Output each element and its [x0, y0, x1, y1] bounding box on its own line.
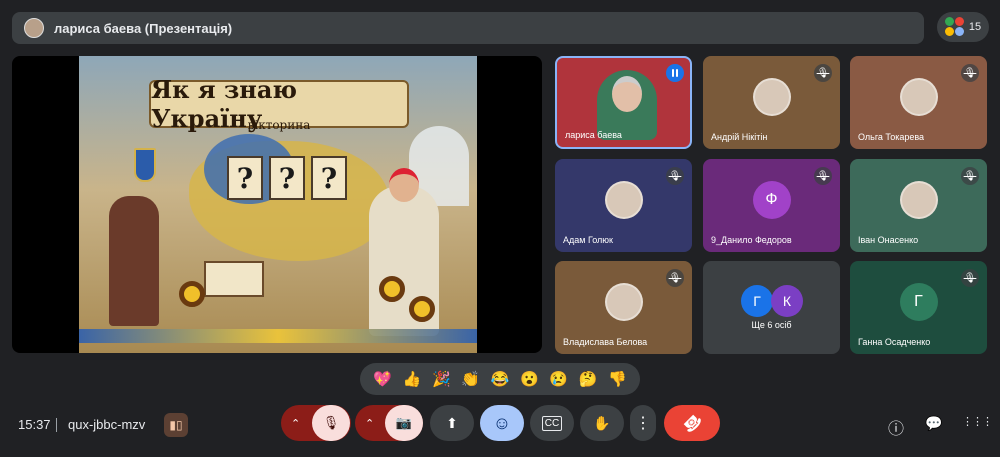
participant-avatar: [604, 282, 643, 321]
slide-subtitle: вікторина: [247, 118, 311, 132]
raise-hand-button[interactable]: ✋: [580, 405, 624, 441]
more-vert-icon: ⋮: [635, 415, 651, 432]
presentation-title-bar[interactable]: лариса баева (Презентація): [12, 12, 924, 44]
reaction-thinking-button[interactable]: 🤔: [579, 370, 598, 388]
mic-options-chevron-icon[interactable]: ⌃: [291, 417, 300, 430]
activities-icon[interactable]: ⋮⋮⋮: [962, 415, 993, 428]
info-icon[interactable]: ⓘ: [888, 415, 904, 439]
mic-muted-icon: 🎙: [961, 64, 979, 82]
presentation-slide: Як я знаю Україну вікторина ? ? ?: [79, 56, 477, 353]
sunflower-icon: [409, 296, 435, 322]
present-screen-icon: ⬆: [446, 414, 458, 431]
participant-name: Ще 6 осіб: [751, 320, 792, 330]
participant-name: Владислава Белова: [563, 337, 648, 347]
more-options-button[interactable]: ⋮: [630, 405, 656, 441]
question-cards: ? ? ?: [227, 156, 347, 200]
participant-name: Ганна Осадченко: [858, 337, 931, 347]
sunflower-icon: [379, 276, 405, 302]
host-controls-icon[interactable]: ▮▯: [164, 413, 188, 437]
participant-tile[interactable]: Г Ганна Осадченко 🎙: [850, 261, 987, 354]
present-button[interactable]: ⬆: [430, 405, 474, 441]
captions-icon: CC: [541, 415, 563, 431]
participant-tile[interactable]: Ольга Токарева 🎙: [850, 56, 987, 149]
question-card: ?: [269, 156, 305, 200]
mic-muted-icon: 🎙: [814, 64, 832, 82]
camera-toggle-button[interactable]: 📷: [385, 405, 423, 441]
reaction-heart-button[interactable]: 💖: [373, 370, 392, 388]
reaction-clap-button[interactable]: 👏: [461, 370, 480, 388]
participant-name: Адам Голюк: [563, 235, 613, 245]
reaction-laugh-button[interactable]: 😂: [491, 370, 510, 388]
participant-name: 9_Данило Федоров: [711, 235, 792, 245]
meeting-code: qux-jbbc-mzv: [68, 417, 146, 432]
speaking-indicator-icon: [666, 64, 684, 82]
participant-avatars-icon: [944, 17, 965, 37]
divider: [56, 418, 57, 432]
cossack-illustration: [109, 196, 159, 326]
reaction-thumbs-down-button[interactable]: 👎: [608, 370, 627, 388]
open-book-illustration: [204, 261, 264, 297]
reaction-sad-button[interactable]: 😢: [549, 370, 568, 388]
mic-muted-icon: 🎙: [666, 269, 684, 287]
camera-options-chevron-icon[interactable]: ⌃: [365, 417, 374, 430]
participant-letter-avatar: Г: [899, 282, 938, 321]
participant-letter-avatar: К: [771, 285, 803, 317]
mic-toggle-button[interactable]: 🎙: [312, 405, 350, 441]
participant-letter-avatar: Ф: [752, 180, 791, 219]
meeting-time: 15:37: [18, 417, 51, 432]
reaction-surprised-button[interactable]: 😮: [520, 370, 539, 388]
chat-icon[interactable]: 💬: [925, 415, 942, 432]
mic-muted-icon: 🎙: [814, 167, 832, 185]
emoji-icon: ☺: [492, 412, 512, 433]
participant-name: лариса баева: [565, 130, 622, 140]
mic-off-icon: 🎙: [322, 415, 340, 430]
participant-tile[interactable]: лариса баева: [555, 56, 692, 149]
reactions-bar: 💖 👍 🎉 👏 😂 😮 😢 🤔 👎: [360, 363, 640, 395]
question-card: ?: [311, 156, 347, 200]
mic-muted-icon: 🎙: [961, 269, 979, 287]
camera-off-icon: 📷: [395, 415, 413, 430]
hand-icon: ✋: [593, 414, 611, 431]
participant-name: Іван Онасенко: [858, 235, 919, 245]
mic-muted-icon: 🎙: [666, 167, 684, 185]
participant-tile[interactable]: Іван Онасенко 🎙: [850, 159, 987, 252]
participant-name: Ольга Токарева: [858, 132, 925, 142]
participant-avatar: [604, 180, 643, 219]
reaction-party-button[interactable]: 🎉: [432, 370, 451, 388]
participant-tile[interactable]: Владислава Белова 🎙: [555, 261, 692, 354]
emoji-button[interactable]: ☺: [480, 405, 524, 441]
trident-emblem-icon: [134, 148, 156, 182]
sunflower-icon: [179, 281, 205, 307]
participant-avatar: [899, 77, 938, 116]
presenter-avatar: [24, 18, 44, 38]
leave-call-button[interactable]: ☎: [664, 405, 720, 441]
question-card: ?: [227, 156, 263, 200]
participant-avatar: [752, 77, 791, 116]
participant-avatar: [899, 180, 938, 219]
bottom-toolbar: 15:37 qux-jbbc-mzv ▮▯ ⌃ 🎙 ⌃ 📷 ⬆ ☺ CC ✋ ⋮…: [0, 405, 1000, 445]
participant-name: Андрій Нікітін: [711, 132, 768, 142]
presentation-title: лариса баева (Презентація): [54, 20, 233, 36]
end-call-icon: ☎: [678, 409, 705, 436]
reaction-thumbs-up-button[interactable]: 👍: [403, 370, 422, 388]
captions-button[interactable]: CC: [530, 405, 574, 441]
participant-tile[interactable]: Адам Голюк 🎙: [555, 159, 692, 252]
participant-tile[interactable]: Г К Ще 6 осіб: [703, 261, 840, 354]
participant-tile[interactable]: Андрій Нікітін 🎙: [703, 56, 840, 149]
presentation-area: Як я знаю Україну вікторина ? ? ?: [12, 56, 542, 353]
ribbon-illustration: [79, 329, 477, 343]
mic-muted-icon: 🎙: [961, 167, 979, 185]
participants-count: 15: [968, 21, 982, 33]
participant-letter-avatar: Г: [741, 285, 773, 317]
participant-tile[interactable]: Ф 9_Данило Федоров 🎙: [703, 159, 840, 252]
participants-chip[interactable]: 15: [937, 12, 989, 42]
